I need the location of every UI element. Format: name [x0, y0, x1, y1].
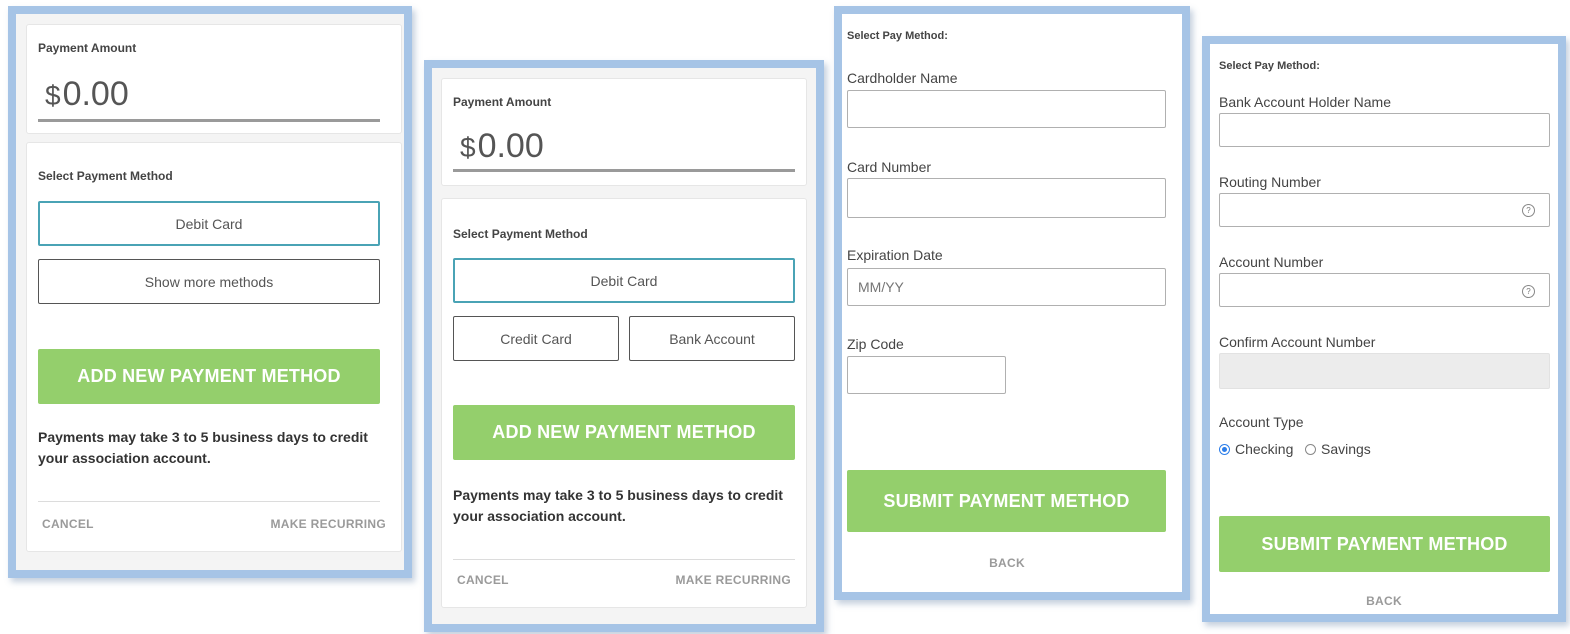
processing-note: Payments may take 3 to 5 business days t…	[453, 487, 783, 524]
processing-note: Payments may take 3 to 5 business days t…	[38, 429, 368, 466]
amount-display[interactable]: $ 0.00	[45, 75, 129, 114]
card-number-input[interactable]	[847, 178, 1166, 218]
amount-card: Payment Amount $ 0.00	[26, 24, 402, 134]
debit-card-button[interactable]: Debit Card	[453, 258, 795, 303]
method-card: Select Payment Method Debit Card Show mo…	[26, 142, 402, 552]
account-help-icon[interactable]: ?	[1522, 285, 1535, 298]
method-label: Select Payment Method	[38, 169, 173, 183]
method-card: Select Payment Method Debit Card Credit …	[441, 198, 807, 608]
cardholder-name-input[interactable]	[847, 90, 1166, 128]
account-number-input[interactable]	[1219, 273, 1550, 307]
card-details-panel: Select Pay Method: Cardholder Name Card …	[834, 6, 1190, 600]
make-recurring-link[interactable]: MAKE RECURRING	[270, 517, 386, 531]
payment-panel-1: Payment Amount $ 0.00 Select Payment Met…	[8, 6, 412, 578]
expiration-date-label: Expiration Date	[847, 247, 943, 263]
account-type-label: Account Type	[1219, 414, 1304, 430]
show-more-methods-button[interactable]: Show more methods	[38, 259, 380, 304]
zip-code-label: Zip Code	[847, 336, 904, 352]
currency-symbol: $	[460, 132, 476, 163]
amount-value: 0.00	[477, 127, 544, 165]
routing-help-icon[interactable]: ?	[1522, 204, 1535, 217]
bank-details-panel: Select Pay Method: Bank Account Holder N…	[1202, 36, 1566, 622]
account-holder-name-input[interactable]	[1219, 113, 1550, 147]
currency-symbol: $	[45, 80, 61, 111]
submit-payment-method-button[interactable]: SUBMIT PAYMENT METHOD	[847, 470, 1166, 532]
account-number-label: Account Number	[1219, 254, 1324, 270]
checking-label: Checking	[1235, 441, 1294, 457]
debit-card-button[interactable]: Debit Card	[38, 201, 380, 246]
cardholder-name-label: Cardholder Name	[847, 70, 958, 86]
add-payment-method-button[interactable]: ADD NEW PAYMENT METHOD	[453, 405, 795, 460]
confirm-account-number-input[interactable]	[1219, 353, 1550, 389]
account-holder-name-label: Bank Account Holder Name	[1219, 94, 1391, 110]
make-recurring-link[interactable]: MAKE RECURRING	[675, 573, 791, 587]
pay-method-header: Select Pay Method:	[1219, 60, 1320, 72]
confirm-account-number-label: Confirm Account Number	[1219, 334, 1376, 350]
bank-account-button[interactable]: Bank Account	[629, 316, 795, 361]
checking-radio[interactable]	[1219, 444, 1230, 455]
savings-label: Savings	[1321, 441, 1371, 457]
expiration-date-input[interactable]	[847, 268, 1166, 306]
zip-code-input[interactable]	[847, 356, 1006, 394]
divider	[453, 559, 795, 560]
routing-number-label: Routing Number	[1219, 174, 1321, 190]
credit-card-button[interactable]: Credit Card	[453, 316, 619, 361]
back-link[interactable]: BACK	[1210, 594, 1558, 608]
pay-method-header: Select Pay Method:	[847, 30, 948, 42]
amount-value: 0.00	[62, 75, 129, 113]
cancel-link[interactable]: CANCEL	[42, 517, 94, 531]
savings-radio[interactable]	[1305, 444, 1316, 455]
amount-label: Payment Amount	[38, 41, 137, 55]
amount-display[interactable]: $ 0.00	[460, 127, 544, 166]
method-label: Select Payment Method	[453, 227, 588, 241]
divider	[38, 501, 380, 502]
cancel-link[interactable]: CANCEL	[457, 573, 509, 587]
add-payment-method-button[interactable]: ADD NEW PAYMENT METHOD	[38, 349, 380, 404]
amount-card: Payment Amount $ 0.00	[441, 78, 807, 186]
back-link[interactable]: BACK	[842, 556, 1172, 570]
amount-label: Payment Amount	[453, 95, 552, 109]
amount-underline	[453, 169, 795, 172]
card-number-label: Card Number	[847, 159, 932, 175]
amount-underline	[38, 119, 380, 122]
payment-panel-2: Payment Amount $ 0.00 Select Payment Met…	[424, 60, 824, 632]
submit-payment-method-button[interactable]: SUBMIT PAYMENT METHOD	[1219, 516, 1550, 572]
routing-number-input[interactable]	[1219, 193, 1550, 227]
